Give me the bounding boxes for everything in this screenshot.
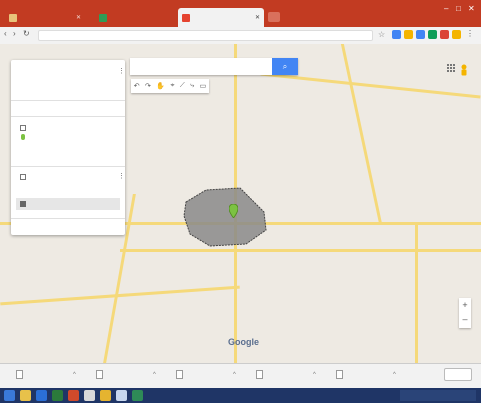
pegman-icon[interactable]	[459, 64, 469, 76]
system-tray[interactable]	[400, 390, 476, 401]
extension-icon[interactable]	[404, 30, 413, 39]
road	[340, 44, 383, 224]
browser-tab-active[interactable]: ✕	[178, 8, 264, 27]
divider	[11, 100, 125, 101]
download-item[interactable]: ^	[256, 370, 316, 379]
chevron-up-icon[interactable]: ^	[73, 372, 76, 378]
chevron-up-icon[interactable]: ^	[393, 372, 396, 378]
tab-favicon	[9, 13, 17, 22]
ruler-icon[interactable]: ▭	[200, 82, 207, 90]
chrome-icon[interactable]	[84, 390, 95, 401]
browser-tab-1[interactable]: ✕	[5, 8, 85, 27]
file-explorer-icon[interactable]	[20, 390, 31, 401]
layer-checkbox[interactable]	[20, 125, 26, 131]
forward-icon[interactable]: ›	[13, 29, 16, 38]
file-icon	[96, 370, 103, 379]
tab-favicon	[182, 13, 190, 22]
zoom-in-button[interactable]: +	[459, 298, 471, 312]
close-icon[interactable]: ✕	[255, 14, 260, 21]
app-icon[interactable]	[68, 390, 79, 401]
chevron-up-icon[interactable]: ^	[233, 372, 236, 378]
directions-icon[interactable]: ⤷	[190, 82, 194, 90]
extension-icon[interactable]	[452, 30, 461, 39]
road	[415, 224, 418, 363]
extension-icon[interactable]	[440, 30, 449, 39]
file-icon	[336, 370, 343, 379]
zoom-out-button[interactable]: –	[459, 312, 471, 326]
browser-icon[interactable]	[36, 390, 47, 401]
close-icon[interactable]: ✕	[76, 14, 81, 21]
search-button[interactable]: ⌕	[272, 58, 298, 75]
marker-icon	[21, 134, 25, 140]
extension-icon[interactable]	[392, 30, 401, 39]
hand-icon[interactable]: ✋	[156, 82, 165, 90]
download-item[interactable]: ^	[16, 370, 76, 379]
polygon-icon	[20, 201, 26, 207]
app-icon[interactable]	[116, 390, 127, 401]
line-icon[interactable]: ⟋	[180, 82, 185, 90]
download-item[interactable]: ^	[176, 370, 236, 379]
menu-icon[interactable]: ⋮	[466, 29, 474, 38]
undo-icon[interactable]: ↶	[134, 82, 140, 90]
file-icon	[256, 370, 263, 379]
divider	[11, 218, 125, 219]
chevron-up-icon[interactable]: ^	[153, 372, 156, 378]
extension-icon[interactable]	[416, 30, 425, 39]
drawn-polygon[interactable]	[180, 184, 270, 249]
selected-layer-item[interactable]	[16, 198, 120, 210]
file-icon	[16, 370, 23, 379]
divider	[11, 116, 125, 117]
google-logo: Google	[228, 337, 259, 347]
drawing-toolbar: ↶ ↷ ✋ ⌖ ⟋ ⤷ ▭	[131, 79, 209, 93]
road	[260, 72, 481, 99]
minimize-icon[interactable]: –	[444, 4, 448, 13]
download-item[interactable]: ^	[336, 370, 396, 379]
download-item[interactable]: ^	[96, 370, 156, 379]
search-icon: ⌕	[282, 62, 288, 71]
layer-checkbox[interactable]	[20, 174, 26, 180]
new-tab-button[interactable]	[268, 12, 280, 22]
close-window-icon[interactable]: ✕	[468, 4, 475, 13]
chevron-up-icon[interactable]: ^	[313, 372, 316, 378]
app-icon[interactable]	[52, 390, 63, 401]
maximize-icon[interactable]: □	[456, 4, 461, 13]
road	[120, 249, 481, 252]
panel-menu-icon[interactable]: ⋮	[118, 67, 125, 75]
redo-icon[interactable]: ↷	[145, 82, 151, 90]
file-icon	[176, 370, 183, 379]
marker-icon[interactable]: ⌖	[171, 82, 175, 90]
app-icon[interactable]	[132, 390, 143, 401]
map-pin-icon[interactable]	[229, 204, 238, 218]
address-bar[interactable]	[38, 30, 373, 41]
zoom-control: + –	[459, 298, 471, 328]
divider	[11, 166, 125, 167]
browser-tab-2[interactable]	[95, 8, 170, 27]
map-side-panel: ⋮ ⋮	[11, 60, 125, 235]
extension-icon[interactable]	[428, 30, 437, 39]
star-icon[interactable]: ☆	[378, 30, 385, 39]
apps-grid-icon[interactable]	[447, 64, 456, 73]
layer-menu-icon[interactable]: ⋮	[118, 172, 125, 180]
tab-favicon	[99, 13, 107, 22]
road	[0, 285, 240, 306]
start-icon[interactable]	[4, 390, 15, 401]
app-icon[interactable]	[100, 390, 111, 401]
reload-icon[interactable]: ↻	[23, 29, 30, 38]
show-all-downloads-button[interactable]	[444, 368, 472, 381]
back-icon[interactable]: ‹	[4, 29, 7, 38]
